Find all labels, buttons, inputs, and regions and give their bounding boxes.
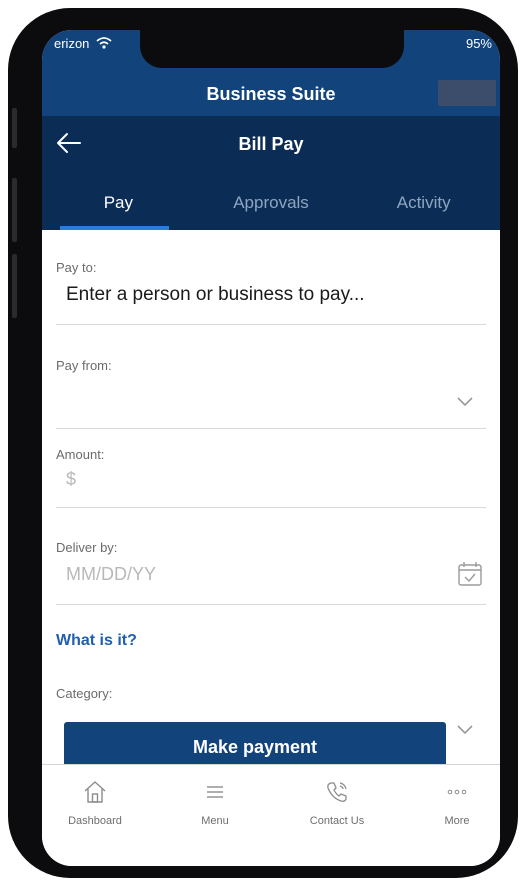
divider — [56, 507, 486, 508]
carrier-name: erizon — [54, 36, 90, 51]
battery-level: 95% — [465, 36, 492, 51]
nav-contact-us[interactable]: Contact Us — [292, 779, 382, 827]
wifi-icon — [96, 37, 112, 49]
phone-icon — [327, 782, 347, 802]
make-payment-button[interactable]: Make payment — [64, 722, 446, 770]
more-icon — [447, 789, 467, 795]
pay-to-field[interactable]: Pay to: Enter a person or business to pa… — [42, 258, 500, 328]
phone-frame: erizon 95% Business Suite Bill Pay Pay A… — [8, 8, 518, 878]
pay-from-label: Pay from: — [56, 358, 112, 373]
divider — [56, 324, 486, 325]
what-is-it-link[interactable]: What is it? — [56, 632, 137, 650]
pay-from-field[interactable]: Pay from: — [42, 356, 500, 432]
carrier-label: erizon — [54, 36, 112, 51]
tab-pay[interactable]: Pay — [42, 174, 195, 230]
nav-label: Contact Us — [309, 815, 365, 827]
chevron-down-icon[interactable] — [456, 396, 474, 408]
deliver-by-label: Deliver by: — [56, 540, 118, 555]
divider — [56, 604, 486, 605]
amount-input[interactable]: $ — [66, 469, 76, 490]
page-title: Bill Pay — [238, 134, 304, 154]
header-badge — [438, 80, 496, 106]
nav-bar: Bill Pay — [42, 116, 500, 174]
chevron-down-icon[interactable] — [456, 724, 474, 736]
nav-label: Menu — [201, 815, 229, 827]
app-header: Business Suite — [42, 76, 500, 116]
phone-screen: erizon 95% Business Suite Bill Pay Pay A… — [42, 30, 500, 866]
nav-label: Dashboard — [68, 815, 122, 827]
app-title: Business Suite — [206, 84, 336, 104]
tab-bar: Pay Approvals Activity — [42, 174, 500, 230]
nav-menu[interactable]: Menu — [170, 779, 260, 827]
amount-label: Amount: — [56, 447, 105, 462]
back-arrow-icon[interactable] — [54, 130, 84, 156]
pay-to-label: Pay to: — [56, 260, 97, 275]
volume-down-button — [12, 254, 17, 318]
home-icon — [84, 781, 106, 803]
deliver-by-input[interactable]: MM/DD/YY — [66, 564, 156, 585]
pay-to-input[interactable]: Enter a person or business to pay... — [66, 284, 365, 306]
mute-switch — [12, 108, 17, 148]
volume-up-button — [12, 178, 17, 242]
menu-icon — [207, 786, 223, 798]
nav-label: More — [444, 815, 470, 827]
deliver-by-field[interactable]: Deliver by: MM/DD/YY — [42, 538, 500, 608]
divider — [56, 428, 486, 429]
nav-more[interactable]: More — [412, 779, 500, 827]
amount-field[interactable]: Amount: $ — [42, 445, 500, 515]
tab-activity[interactable]: Activity — [347, 174, 500, 230]
camera-notch — [140, 30, 404, 68]
tab-approvals[interactable]: Approvals — [195, 174, 348, 230]
category-label: Category: — [56, 686, 113, 701]
calendar-icon[interactable] — [456, 560, 484, 588]
bottom-nav: Dashboard Menu Contact Us More — [42, 764, 500, 866]
nav-dashboard[interactable]: Dashboard — [50, 779, 140, 827]
